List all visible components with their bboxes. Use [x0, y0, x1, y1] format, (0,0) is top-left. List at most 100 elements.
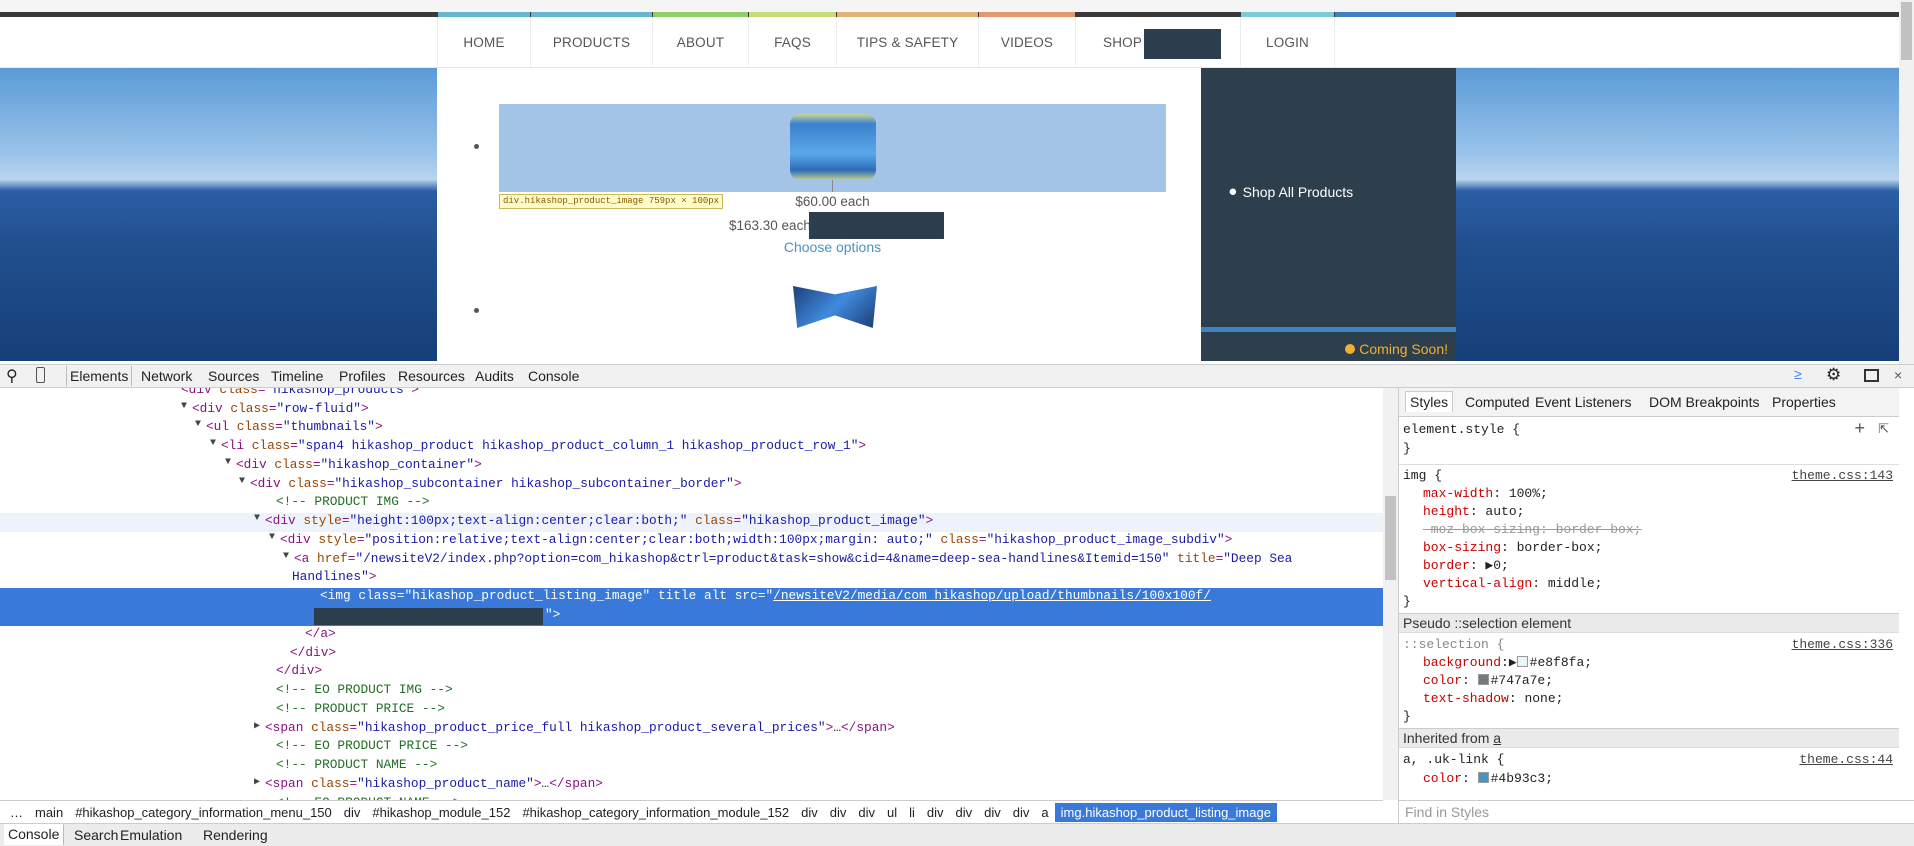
- dom-node-line[interactable]: ▶ <span class="hikashop_product_name">…</…: [0, 776, 1383, 795]
- css-property[interactable]: height: auto;: [1423, 504, 1524, 519]
- styles-tab-computed[interactable]: Computed: [1465, 394, 1530, 410]
- breadcrumb-item[interactable]: a: [1035, 803, 1054, 822]
- styles-tab-dom-breakpoints[interactable]: DOM Breakpoints: [1649, 394, 1759, 410]
- expanded-triangle-icon[interactable]: ▼: [239, 476, 245, 487]
- expanded-triangle-icon[interactable]: ▼: [181, 401, 187, 412]
- css-property[interactable]: box-sizing: border-box;: [1423, 540, 1602, 555]
- expanded-triangle-icon[interactable]: ▼: [269, 532, 275, 543]
- breadcrumb-item[interactable]: #hikashop_category_information_menu_150: [69, 803, 338, 822]
- dom-node-line[interactable]: ▼ <div class="hikashop_subcontainer hikas…: [0, 476, 1383, 495]
- search-icon[interactable]: ⚲: [6, 366, 18, 386]
- dom-node-line[interactable]: ▼ <div style="position:relative;text-alig…: [0, 532, 1383, 551]
- img-rule-selector[interactable]: img {: [1403, 468, 1442, 483]
- dock-icon[interactable]: [1864, 369, 1879, 382]
- choose-options-link[interactable]: Choose options: [700, 239, 965, 255]
- css-property[interactable]: border: ▶0;: [1423, 558, 1509, 573]
- css-property[interactable]: -moz-box-sizing: border-box;: [1423, 522, 1641, 537]
- product-image-handline-spool[interactable]: [790, 114, 876, 180]
- styles-tab-event-listeners[interactable]: Event Listeners: [1535, 394, 1632, 410]
- dom-node-line[interactable]: ▼ <ul class="thumbnails">: [0, 419, 1383, 438]
- drawer-tab-console[interactable]: Console: [4, 824, 65, 845]
- tab-elements[interactable]: Elements: [66, 366, 133, 386]
- nav-item-shop[interactable]: SHOP: [1075, 12, 1240, 68]
- device-mode-icon[interactable]: [36, 367, 45, 383]
- dom-node-line[interactable]: ▼ <div class="hikashop_container">: [0, 457, 1383, 476]
- css-property[interactable]: vertical-align: middle;: [1423, 576, 1602, 591]
- tab-audits[interactable]: Audits: [475, 368, 514, 384]
- breadcrumb-item[interactable]: #hikashop_category_information_module_15…: [516, 803, 795, 822]
- dom-node-line[interactable]: <!-- EO PRODUCT PRICE -->: [0, 738, 1383, 757]
- breadcrumb-item[interactable]: div: [921, 803, 950, 822]
- gear-icon[interactable]: ⚙: [1826, 365, 1841, 385]
- breadcrumb-item[interactable]: div: [950, 803, 979, 822]
- elements-scroll-thumb[interactable]: [1385, 496, 1396, 580]
- breadcrumb-item[interactable]: div: [338, 803, 367, 822]
- tab-profiles[interactable]: Profiles: [339, 368, 386, 384]
- dom-node-line[interactable]: ▼ <div style="height:100px;text-align:cen…: [0, 513, 1383, 533]
- dom-node-line[interactable]: </a>: [0, 626, 1383, 645]
- page-scroll-thumb[interactable]: [1901, 2, 1912, 60]
- tab-sources[interactable]: Sources: [208, 368, 259, 384]
- tab-timeline[interactable]: Timeline: [271, 368, 323, 384]
- dom-node-line[interactable]: ▼ <div class="row-fluid">: [0, 401, 1383, 420]
- expanded-triangle-icon[interactable]: ▼: [283, 551, 289, 562]
- color-swatch[interactable]: [1477, 674, 1489, 685]
- breadcrumb-item[interactable]: main: [29, 803, 69, 822]
- dom-node-line[interactable]: <div class="hikashop_products">: [0, 388, 1383, 401]
- breadcrumb-item[interactable]: div: [852, 803, 881, 822]
- prop-link-color[interactable]: color: #4b93c3;: [1423, 771, 1553, 786]
- dom-node-line[interactable]: <!-- EO PRODUCT IMG -->: [0, 682, 1383, 701]
- collapsed-triangle-icon[interactable]: ▶: [254, 720, 260, 732]
- collapsed-triangle-icon[interactable]: ▶: [254, 776, 260, 788]
- nav-item-login[interactable]: LOGIN: [1240, 12, 1334, 68]
- dom-node-line[interactable]: ▼ <a href="/newsiteV2/index.php?option=co…: [0, 551, 1383, 570]
- expanded-triangle-icon[interactable]: ▼: [195, 419, 201, 430]
- nav-item-videos[interactable]: VIDEOS: [978, 12, 1075, 68]
- expanded-triangle-icon[interactable]: ▼: [254, 513, 260, 524]
- element-style-selector[interactable]: element.style {: [1403, 422, 1520, 437]
- nav-item-about[interactable]: ABOUT: [652, 12, 748, 68]
- close-icon[interactable]: ×: [1894, 367, 1902, 383]
- dom-node-line[interactable]: </div>: [0, 645, 1383, 664]
- nav-item-tips-safety[interactable]: TIPS & SAFETY: [836, 12, 978, 68]
- add-rule-icon[interactable]: +: [1854, 418, 1865, 439]
- console-drawer-icon[interactable]: ≥: [1794, 366, 1802, 382]
- drawer-tab-rendering[interactable]: Rendering: [203, 827, 268, 843]
- breadcrumb-item[interactable]: div: [795, 803, 824, 822]
- breadcrumb-item[interactable]: li: [903, 803, 921, 822]
- breadcrumb-item[interactable]: img.hikashop_product_listing_image: [1054, 802, 1277, 822]
- page-scrollbar[interactable]: [1899, 0, 1914, 364]
- dom-node-line[interactable]: ▶ <span class="hikashop_product_price_ful…: [0, 720, 1383, 739]
- link-rule-selector[interactable]: a, .uk-link {: [1403, 752, 1504, 767]
- drawer-tab-emulation[interactable]: Emulation: [120, 827, 182, 843]
- shop-all-products-link[interactable]: ⚫︎ Shop All Products: [1227, 184, 1353, 201]
- expanded-triangle-icon[interactable]: ▼: [225, 457, 231, 468]
- dom-node-line[interactable]: Handlines">: [0, 569, 1383, 588]
- dom-node-line[interactable]: <!-- PRODUCT IMG -->: [0, 494, 1383, 513]
- tab-network[interactable]: Network: [141, 368, 192, 384]
- prop-color[interactable]: color: #747a7e;: [1423, 673, 1553, 688]
- css-property[interactable]: max-width: 100%;: [1423, 486, 1548, 501]
- breadcrumb-item[interactable]: div: [824, 803, 853, 822]
- elements-dom-tree[interactable]: <div class="hikashop_products"> ▼ <div cla…: [0, 388, 1383, 800]
- tab-resources[interactable]: Resources: [398, 368, 465, 384]
- selected-dom-node[interactable]: <img class="hikashop_product_listing_ima…: [0, 588, 1383, 627]
- dom-node-line[interactable]: </div>: [0, 663, 1383, 682]
- elements-scrollbar[interactable]: [1383, 388, 1398, 800]
- breadcrumb-item[interactable]: div: [1007, 803, 1036, 822]
- color-swatch[interactable]: [1516, 656, 1528, 667]
- styles-tab-properties[interactable]: Properties: [1772, 394, 1836, 410]
- link-rule-source-link[interactable]: theme.css:44: [1799, 752, 1893, 767]
- breadcrumb-item[interactable]: ul: [881, 803, 903, 822]
- color-swatch[interactable]: [1477, 772, 1489, 783]
- tab-console[interactable]: Console: [528, 368, 579, 384]
- dom-node-line[interactable]: <!-- PRODUCT PRICE -->: [0, 701, 1383, 720]
- prop-background[interactable]: background:▶ #e8f8fa;: [1423, 655, 1592, 670]
- selection-rule-selector[interactable]: ::selection {: [1403, 637, 1504, 652]
- dom-node-line[interactable]: <!-- PRODUCT NAME -->: [0, 757, 1383, 776]
- prop-text-shadow[interactable]: text-shadow: none;: [1423, 691, 1563, 706]
- dom-node-line[interactable]: ▼ <li class="span4 hikashop_product hikas…: [0, 438, 1383, 457]
- inherited-from-link[interactable]: a: [1493, 730, 1501, 746]
- nav-item-faqs[interactable]: FAQS: [748, 12, 836, 68]
- styles-tab-styles[interactable]: Styles: [1405, 391, 1454, 412]
